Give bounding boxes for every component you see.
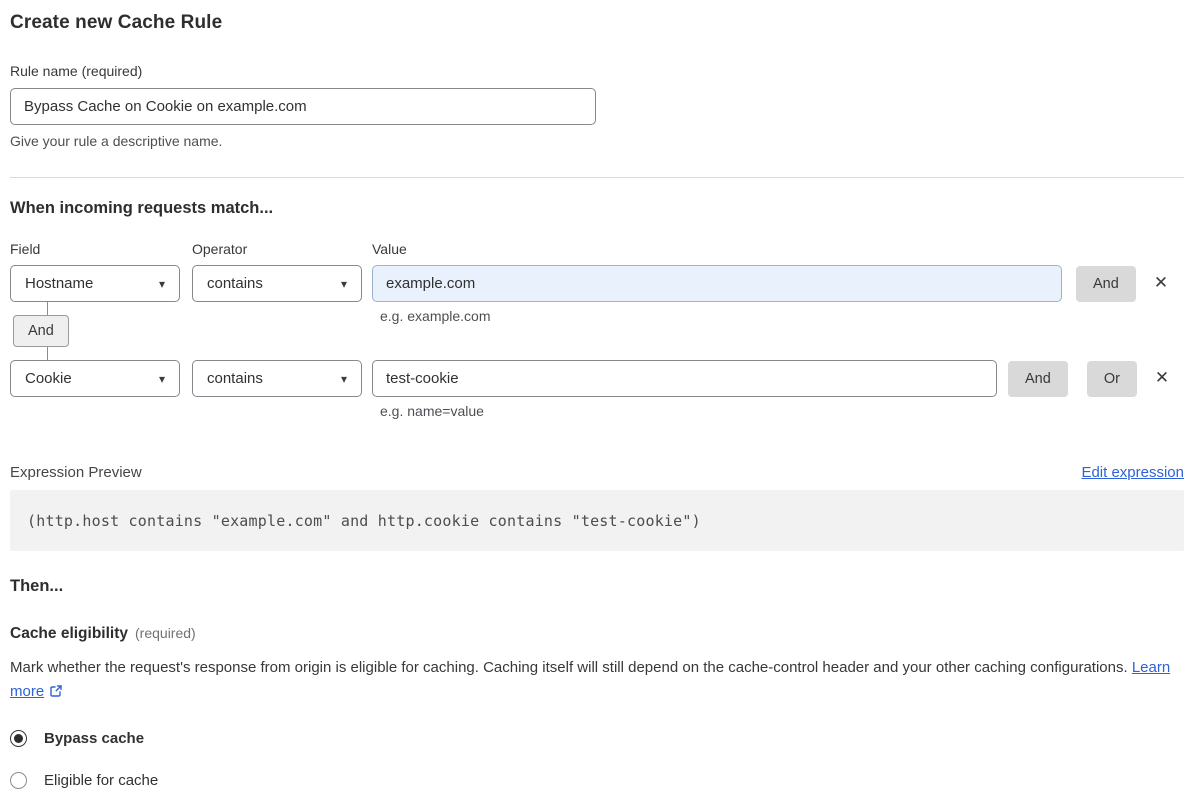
value-input-2[interactable]	[372, 360, 997, 397]
create-cache-rule-page: Create new Cache Rule Rule name (require…	[0, 0, 1200, 789]
match-heading: When incoming requests match...	[10, 199, 274, 217]
condition-row-1: Hostname ▾ contains ▾ And ✕	[10, 265, 1184, 302]
radio-option-bypass-cache[interactable]: Bypass cache	[10, 730, 1184, 747]
radio-label-bypass-cache: Bypass cache	[44, 730, 145, 747]
condition-row-2: Cookie ▾ contains ▾ And Or ✕	[10, 360, 1184, 397]
radio-unselected-icon[interactable]	[10, 772, 27, 789]
expression-preview-label: Expression Preview	[10, 464, 142, 481]
radio-selected-icon[interactable]	[10, 730, 27, 747]
value-column-label: Value	[372, 241, 407, 257]
value-hint-2: e.g. name=value	[380, 403, 484, 419]
remove-condition-icon-2[interactable]: ✕	[1155, 370, 1169, 387]
value-hint-1: e.g. example.com	[380, 308, 491, 324]
then-heading: Then...	[10, 577, 64, 595]
field-column-label: Field	[10, 241, 41, 257]
cache-eligibility-title-row: Cache eligibility (required)	[10, 625, 1184, 643]
connector-line	[47, 347, 48, 360]
operator-select-1[interactable]: contains ▾	[192, 265, 362, 302]
connector-and-button[interactable]: And	[13, 315, 69, 347]
section-divider	[10, 177, 1184, 178]
operator-select-2-value: contains	[207, 370, 263, 387]
field-select-1[interactable]: Hostname ▾	[10, 265, 180, 302]
rule-name-label: Rule name (required)	[10, 63, 143, 79]
expression-code-text: (http.host contains "example.com" and ht…	[27, 511, 701, 530]
expression-preview-header: Expression Preview Edit expression	[10, 464, 1184, 481]
chevron-down-icon: ▾	[158, 371, 165, 386]
operator-select-1-value: contains	[207, 275, 263, 292]
expression-code-block: (http.host contains "example.com" and ht…	[10, 490, 1184, 551]
operator-column-label: Operator	[192, 241, 248, 257]
chevron-down-icon: ▾	[158, 276, 165, 291]
cache-eligibility-description: Mark whether the request's response from…	[10, 656, 1184, 706]
connector-line	[47, 302, 48, 315]
radio-option-eligible-for-cache[interactable]: Eligible for cache	[10, 772, 1184, 789]
and-condition-button-1[interactable]: And	[1076, 265, 1136, 302]
chevron-down-icon: ▾	[340, 276, 347, 291]
external-link-icon	[49, 682, 63, 706]
condition-connector-area: And e.g. example.com	[10, 302, 1184, 360]
cache-eligibility-title: Cache eligibility	[10, 625, 129, 642]
edit-expression-link[interactable]: Edit expression	[1081, 464, 1184, 481]
condition-column-labels: Field Operator Value	[10, 241, 1184, 257]
rule-name-help: Give your rule a descriptive name.	[10, 133, 223, 149]
field-select-2-value: Cookie	[25, 370, 72, 387]
field-select-2[interactable]: Cookie ▾	[10, 360, 180, 397]
value-input-1[interactable]	[372, 265, 1062, 302]
and-condition-button-2[interactable]: And	[1008, 360, 1068, 397]
rule-name-input[interactable]	[10, 88, 596, 125]
chevron-down-icon: ▾	[340, 371, 347, 386]
or-condition-button-2[interactable]: Or	[1086, 360, 1137, 397]
cache-eligibility-required-tag: (required)	[135, 625, 196, 641]
field-select-1-value: Hostname	[25, 275, 94, 292]
operator-select-2[interactable]: contains ▾	[192, 360, 362, 397]
cache-eligibility-description-text: Mark whether the request's response from…	[10, 659, 1128, 676]
page-title: Create new Cache Rule	[10, 12, 223, 33]
radio-label-eligible-for-cache: Eligible for cache	[44, 772, 159, 789]
remove-condition-icon-1[interactable]: ✕	[1154, 275, 1168, 292]
